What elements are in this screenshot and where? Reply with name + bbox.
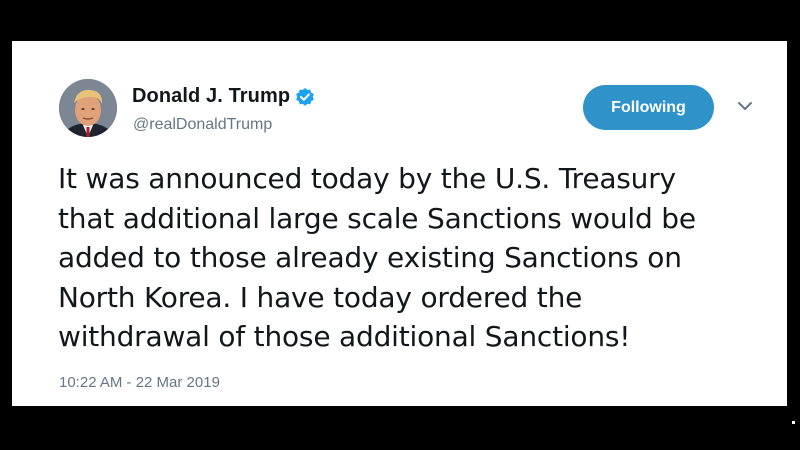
tweet-timestamp[interactable]: 10:22 AM - 22 Mar 2019 xyxy=(59,374,220,391)
corner-artifact xyxy=(792,421,795,424)
author-display-name[interactable]: Donald J. Trump xyxy=(132,85,290,108)
tweet-text: It was announced today by the U.S. Treas… xyxy=(58,162,696,353)
profile-photo-icon xyxy=(59,79,117,137)
tweet-card: Donald J. Trump @realDonaldTrump Followi… xyxy=(12,41,787,406)
author-name-row: Donald J. Trump xyxy=(132,85,315,108)
screenshot-frame: Donald J. Trump @realDonaldTrump Followi… xyxy=(0,0,800,450)
verified-badge-icon xyxy=(295,87,315,107)
following-button[interactable]: Following xyxy=(583,85,714,130)
avatar[interactable] xyxy=(59,79,117,137)
chevron-down-icon[interactable] xyxy=(736,99,754,113)
author-handle[interactable]: @realDonaldTrump xyxy=(133,116,272,134)
